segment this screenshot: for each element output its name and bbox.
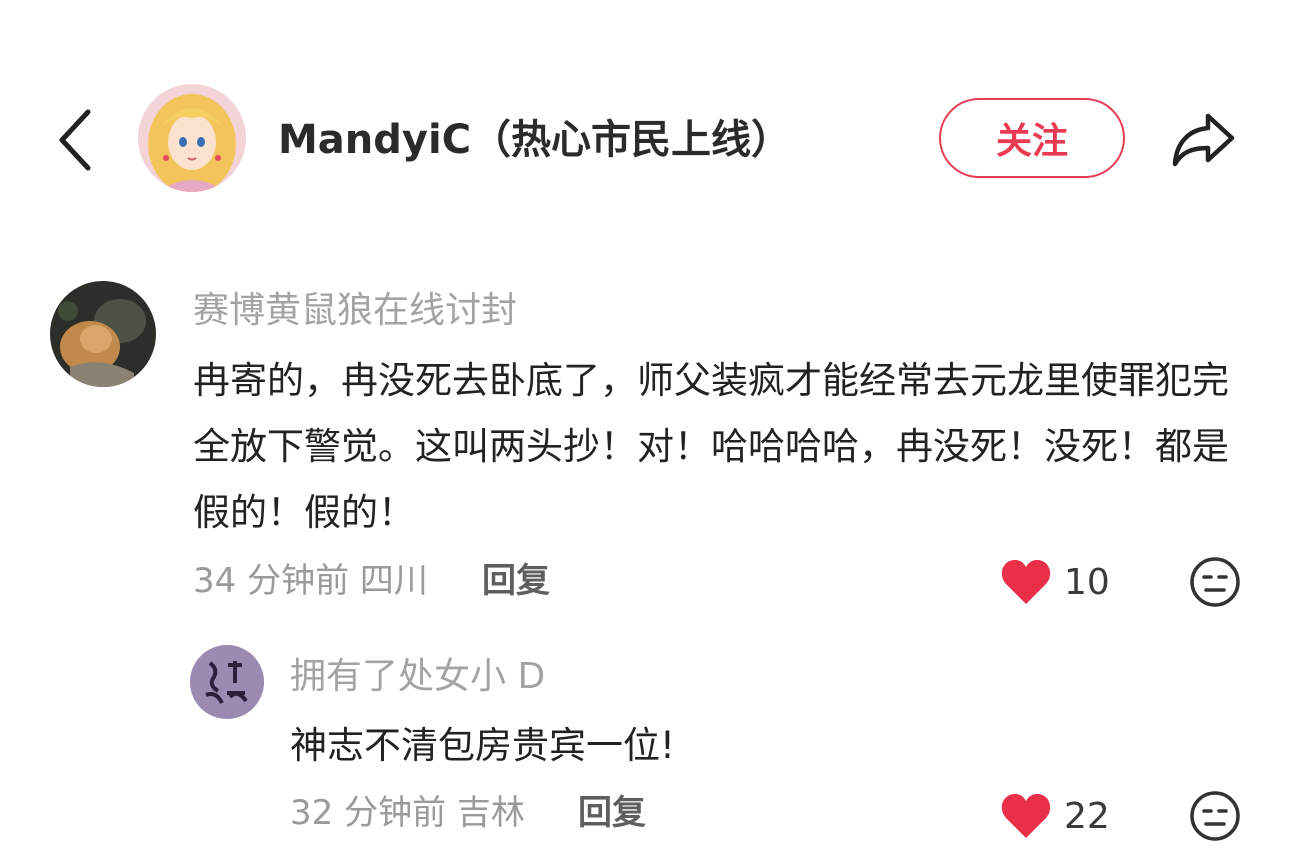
comment-meta: 34 分钟前 四川 (193, 561, 428, 601)
like-count: 10 (1064, 562, 1110, 603)
reply-avatar[interactable] (190, 645, 264, 719)
follow-button[interactable]: 关注 (939, 98, 1125, 178)
dislike-face-icon[interactable] (1189, 790, 1241, 842)
heart-icon[interactable] (1000, 558, 1052, 606)
commenter-avatar[interactable] (50, 281, 156, 387)
dislike-face-icon[interactable] (1189, 556, 1241, 608)
author-name[interactable]: MandyiC（热心市民上线） (278, 112, 791, 168)
reply-text: 神志不清包房贵宾一位! (290, 724, 675, 767)
author-avatar[interactable] (138, 84, 246, 192)
share-arrow-icon (1172, 113, 1235, 167)
reply-button[interactable]: 回复 (482, 556, 550, 606)
back-button[interactable] (52, 105, 96, 175)
share-button[interactable] (1168, 104, 1238, 174)
like-count: 22 (1064, 796, 1110, 837)
heart-icon[interactable] (1000, 792, 1052, 840)
reply-username[interactable]: 拥有了处女小 D (290, 652, 545, 702)
reply-meta: 32 分钟前 吉林 (290, 793, 525, 833)
reply-button[interactable]: 回复 (578, 788, 646, 838)
comment-text: 冉寄的，冉没死去卧底了，师父装疯才能经常去元龙里使罪犯完全放下警觉。这叫两头抄！… (193, 359, 1229, 534)
chevron-left-icon (59, 109, 91, 171)
commenter-username[interactable]: 赛博黄鼠狼在线讨封 (193, 286, 517, 336)
